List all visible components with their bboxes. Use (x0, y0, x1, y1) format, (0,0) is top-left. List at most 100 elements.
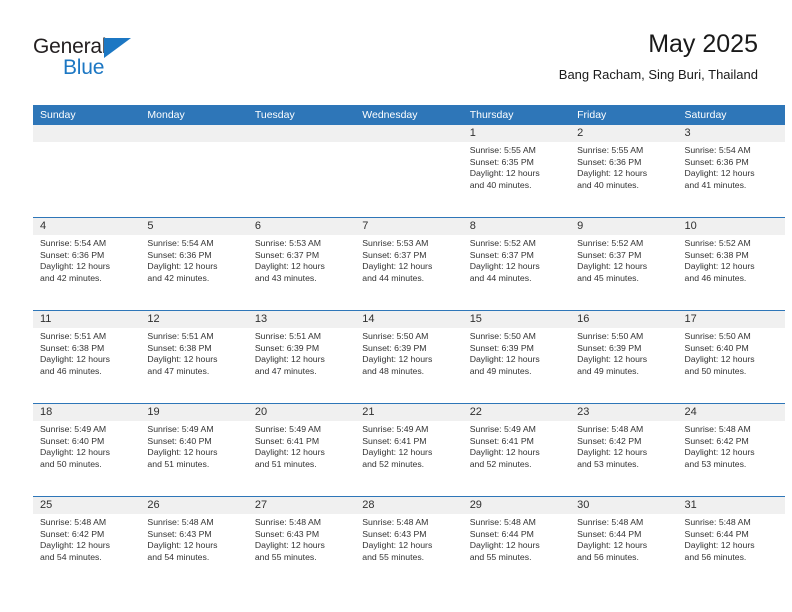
calendar-day-cell[interactable]: 2 Sunrise: 5:55 AM Sunset: 6:36 PM Daylight… (570, 125, 678, 217)
day-number: 16 (570, 311, 678, 328)
day-number: 9 (570, 218, 678, 235)
day-sunset-text: Sunset: 6:37 PM (254, 249, 320, 260)
calendar-day-cell[interactable]: 8 Sunrise: 5:52 AM Sunset: 6:37 PM Daylight… (462, 218, 571, 310)
calendar-day-cell[interactable]: 26 Sunrise: 5:48 AM Sunset: 6:43 PM Dayligh… (140, 497, 248, 589)
day-daylight-1-text: Daylight: 12 hours (469, 261, 540, 272)
day-daylight-1-text: Daylight: 12 hours (147, 540, 218, 551)
calendar-day-cell[interactable]: 9 Sunrise: 5:52 AM Sunset: 6:37 PM Daylight… (570, 218, 678, 310)
day-number: 6 (247, 218, 356, 235)
day-sunrise-text: Sunrise: 5:50 AM (577, 331, 644, 341)
day-daylight-1-text: Daylight: 12 hours (40, 447, 111, 458)
day-details: Sunrise: 5:52 AM Sunset: 6:37 PM Daylight:… (463, 235, 570, 284)
day-daylight-1-text: Daylight: 12 hours (577, 168, 648, 179)
calendar-day-cell[interactable]: 13 Sunrise: 5:51 AM Sunset: 6:39 PM Dayligh… (247, 311, 356, 403)
day-daylight-2-text: and 44 minutes. (362, 272, 425, 283)
day-details: Sunrise: 5:49 AM Sunset: 6:41 PM Daylight:… (463, 421, 570, 470)
day-daylight-2-text: and 54 minutes. (147, 551, 210, 562)
calendar-day-cell[interactable]: 25 Sunrise: 5:48 AM Sunset: 6:42 PM Dayligh… (33, 497, 141, 589)
calendar-grid: Sunday Monday Tuesday Wednesday Thursday Frid… (33, 105, 785, 589)
weekday-header-saturday: Saturday (684, 109, 727, 121)
day-number: 18 (33, 404, 141, 421)
day-details: Sunrise: 5:48 AM Sunset: 6:44 PM Daylight:… (570, 514, 677, 563)
calendar-day-cell[interactable]: 20 Sunrise: 5:49 AM Sunset: 6:41 PM Dayligh… (247, 404, 356, 496)
day-sunset-text: Sunset: 6:37 PM (362, 249, 427, 260)
day-daylight-2-text: and 44 minutes. (469, 272, 532, 283)
calendar-day-cell[interactable]: 5 Sunrise: 5:54 AM Sunset: 6:36 PM Daylight… (140, 218, 248, 310)
day-daylight-2-text: and 50 minutes. (40, 458, 102, 469)
calendar-day-cell[interactable]: 11 Sunrise: 5:51 AM Sunset: 6:38 PM Dayligh… (33, 311, 141, 403)
day-number: 2 (570, 125, 678, 142)
day-sunrise-text: Sunrise: 5:49 AM (40, 424, 107, 434)
day-daylight-1-text: Daylight: 12 hours (254, 354, 325, 365)
calendar-day-cell[interactable]: 6 Sunrise: 5:53 AM Sunset: 6:37 PM Daylight… (247, 218, 356, 310)
calendar-day-cell[interactable]: 10 Sunrise: 5:52 AM Sunset: 6:38 PM Dayligh… (677, 218, 785, 310)
day-daylight-1-text: Daylight: 12 hours (362, 447, 433, 458)
calendar-week-row: 18 Sunrise: 5:49 AM Sunset: 6:40 PM Dayligh… (33, 403, 785, 496)
day-daylight-2-text: and 47 minutes. (147, 365, 210, 376)
day-details: Sunrise: 5:53 AM Sunset: 6:37 PM Daylight:… (248, 235, 355, 284)
day-sunrise-text: Sunrise: 5:49 AM (254, 424, 322, 434)
day-details: Sunrise: 5:48 AM Sunset: 6:43 PM Daylight:… (140, 514, 247, 563)
title-block: May 2025 Bang Racham, Sing Buri, Thailan… (559, 30, 758, 83)
day-number (140, 125, 248, 142)
day-sunrise-text: Sunrise: 5:48 AM (684, 517, 751, 527)
day-sunset-text: Sunset: 6:44 PM (684, 528, 749, 539)
logo-text-blue: Blue (63, 56, 105, 79)
calendar-weeks: 1 Sunrise: 5:55 AM Sunset: 6:35 PM Daylight… (33, 125, 785, 589)
day-daylight-2-text: and 55 minutes. (254, 551, 317, 562)
calendar-day-cell[interactable]: 27 Sunrise: 5:48 AM Sunset: 6:43 PM Dayligh… (247, 497, 356, 589)
calendar-day-cell[interactable]: 7 Sunrise: 5:53 AM Sunset: 6:37 PM Daylight… (355, 218, 463, 310)
day-sunset-text: Sunset: 6:44 PM (577, 528, 642, 539)
day-daylight-1-text: Daylight: 12 hours (577, 354, 648, 365)
day-details: Sunrise: 5:51 AM Sunset: 6:38 PM Daylight:… (140, 328, 247, 377)
calendar-day-cell[interactable]: 22 Sunrise: 5:49 AM Sunset: 6:41 PM Dayligh… (462, 404, 571, 496)
day-number: 28 (355, 497, 463, 514)
day-details: Sunrise: 5:51 AM Sunset: 6:39 PM Daylight:… (248, 328, 355, 377)
day-sunset-text: Sunset: 6:38 PM (147, 342, 212, 353)
calendar-day-cell[interactable]: 19 Sunrise: 5:49 AM Sunset: 6:40 PM Dayligh… (140, 404, 248, 496)
day-number: 1 (462, 125, 571, 142)
calendar-page: General Blue May 2025 Bang Racham, Sing … (0, 0, 792, 612)
calendar-day-cell[interactable]: 3 Sunrise: 5:54 AM Sunset: 6:36 PM Daylight… (677, 125, 785, 217)
day-number: 17 (677, 311, 785, 328)
day-number: 31 (677, 497, 785, 514)
day-sunset-text: Sunset: 6:37 PM (469, 249, 534, 260)
day-daylight-2-text: and 46 minutes. (40, 365, 102, 376)
day-sunset-text: Sunset: 6:37 PM (577, 249, 642, 260)
general-blue-logo[interactable]: General Blue (33, 36, 163, 84)
day-daylight-1-text: Daylight: 12 hours (147, 447, 218, 458)
day-sunset-text: Sunset: 6:38 PM (40, 342, 105, 353)
day-daylight-2-text: and 55 minutes. (469, 551, 532, 562)
calendar-day-cell[interactable]: 15 Sunrise: 5:50 AM Sunset: 6:39 PM Dayligh… (462, 311, 571, 403)
calendar-day-cell[interactable]: 18 Sunrise: 5:49 AM Sunset: 6:40 PM Dayligh… (33, 404, 141, 496)
day-number: 25 (33, 497, 141, 514)
calendar-day-cell[interactable]: 1 Sunrise: 5:55 AM Sunset: 6:35 PM Daylight… (462, 125, 571, 217)
calendar-day-cell[interactable]: 4 Sunrise: 5:54 AM Sunset: 6:36 PM Daylight… (33, 218, 141, 310)
weekday-header-monday: Monday (147, 109, 185, 121)
calendar-day-cell[interactable]: 24 Sunrise: 5:48 AM Sunset: 6:42 PM Dayligh… (677, 404, 785, 496)
calendar-day-cell[interactable]: 14 Sunrise: 5:50 AM Sunset: 6:39 PM Dayligh… (355, 311, 463, 403)
day-sunrise-text: Sunrise: 5:48 AM (684, 424, 751, 434)
day-number: 21 (355, 404, 463, 421)
day-details: Sunrise: 5:52 AM Sunset: 6:37 PM Daylight:… (570, 235, 677, 284)
calendar-day-cell[interactable]: 23 Sunrise: 5:48 AM Sunset: 6:42 PM Dayligh… (570, 404, 678, 496)
calendar-day-cell[interactable]: 29 Sunrise: 5:48 AM Sunset: 6:44 PM Dayligh… (462, 497, 571, 589)
day-details: Sunrise: 5:50 AM Sunset: 6:39 PM Daylight:… (570, 328, 677, 377)
day-details: Sunrise: 5:48 AM Sunset: 6:42 PM Daylight:… (678, 421, 785, 470)
calendar-day-cell[interactable]: 12 Sunrise: 5:51 AM Sunset: 6:38 PM Dayligh… (140, 311, 248, 403)
day-details: Sunrise: 5:51 AM Sunset: 6:38 PM Daylight:… (33, 328, 140, 377)
calendar-day-cell[interactable]: 30 Sunrise: 5:48 AM Sunset: 6:44 PM Dayligh… (570, 497, 678, 589)
day-sunset-text: Sunset: 6:38 PM (684, 249, 749, 260)
calendar-day-cell[interactable]: 16 Sunrise: 5:50 AM Sunset: 6:39 PM Dayligh… (570, 311, 678, 403)
day-sunset-text: Sunset: 6:43 PM (147, 528, 212, 539)
day-number: 3 (677, 125, 785, 142)
calendar-day-cell[interactable]: 21 Sunrise: 5:49 AM Sunset: 6:41 PM Dayligh… (355, 404, 463, 496)
day-number: 13 (247, 311, 356, 328)
calendar-day-cell[interactable]: 28 Sunrise: 5:48 AM Sunset: 6:43 PM Dayligh… (355, 497, 463, 589)
calendar-day-cell[interactable]: 31 Sunrise: 5:48 AM Sunset: 6:44 PM Dayligh… (677, 497, 785, 589)
day-details: Sunrise: 5:55 AM Sunset: 6:35 PM Daylight:… (463, 142, 570, 191)
day-daylight-2-text: and 40 minutes. (577, 179, 639, 190)
day-details: Sunrise: 5:48 AM Sunset: 6:42 PM Daylight:… (570, 421, 677, 470)
day-daylight-2-text: and 47 minutes. (254, 365, 317, 376)
calendar-day-cell[interactable]: 17 Sunrise: 5:50 AM Sunset: 6:40 PM Dayligh… (677, 311, 785, 403)
